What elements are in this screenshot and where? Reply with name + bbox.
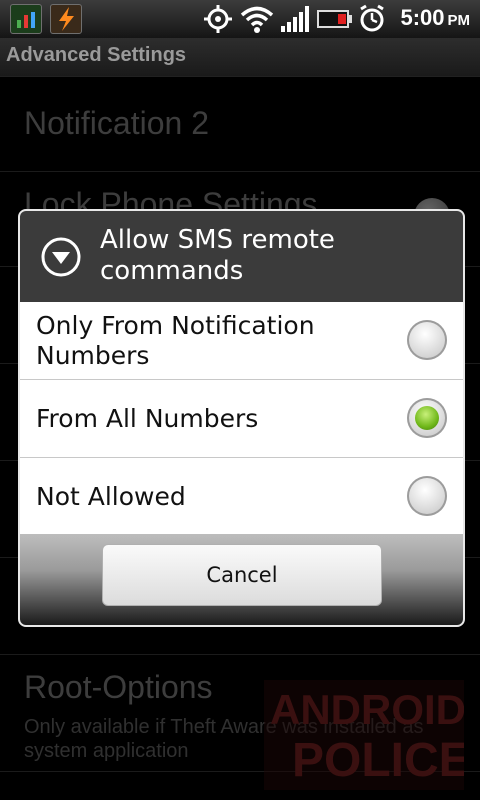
cancel-button[interactable]: Cancel xyxy=(102,544,382,606)
radio-button-selected[interactable] xyxy=(407,398,447,438)
gps-icon xyxy=(204,5,232,33)
status-time: 5:00 PM xyxy=(400,5,470,30)
option-label: Only From Notification Numbers xyxy=(36,310,315,370)
chart-app-icon xyxy=(10,4,42,34)
option-label: From All Numbers xyxy=(36,403,259,433)
option-from-all-numbers[interactable]: From All Numbers xyxy=(20,380,463,458)
dialog-title: Allow SMS remote commands xyxy=(100,225,335,286)
signal-icon xyxy=(281,6,309,32)
lightning-app-icon xyxy=(50,4,82,34)
wifi-icon xyxy=(240,6,274,33)
radio-button[interactable] xyxy=(407,476,447,516)
status-bar: 5:00 PM xyxy=(0,0,480,38)
page-title: Advanced Settings xyxy=(6,44,187,66)
dialog-footer: Cancel xyxy=(20,534,463,625)
option-not-allowed[interactable]: Not Allowed xyxy=(20,458,463,535)
chevron-down-circle-icon xyxy=(41,237,81,277)
dialog-header: Allow SMS remote commands xyxy=(20,211,463,302)
alarm-icon xyxy=(360,4,384,32)
radio-button[interactable] xyxy=(407,320,447,360)
option-only-from-notification-numbers[interactable]: Only From Notification Numbers xyxy=(20,302,463,380)
battery-icon xyxy=(317,10,352,28)
title-bar: Advanced Settings xyxy=(0,38,480,77)
option-label: Not Allowed xyxy=(36,481,186,511)
sms-commands-dialog: Allow SMS remote commands Only From Noti… xyxy=(18,209,465,627)
dialog-options: Only From Notification Numbers From All … xyxy=(20,302,463,535)
